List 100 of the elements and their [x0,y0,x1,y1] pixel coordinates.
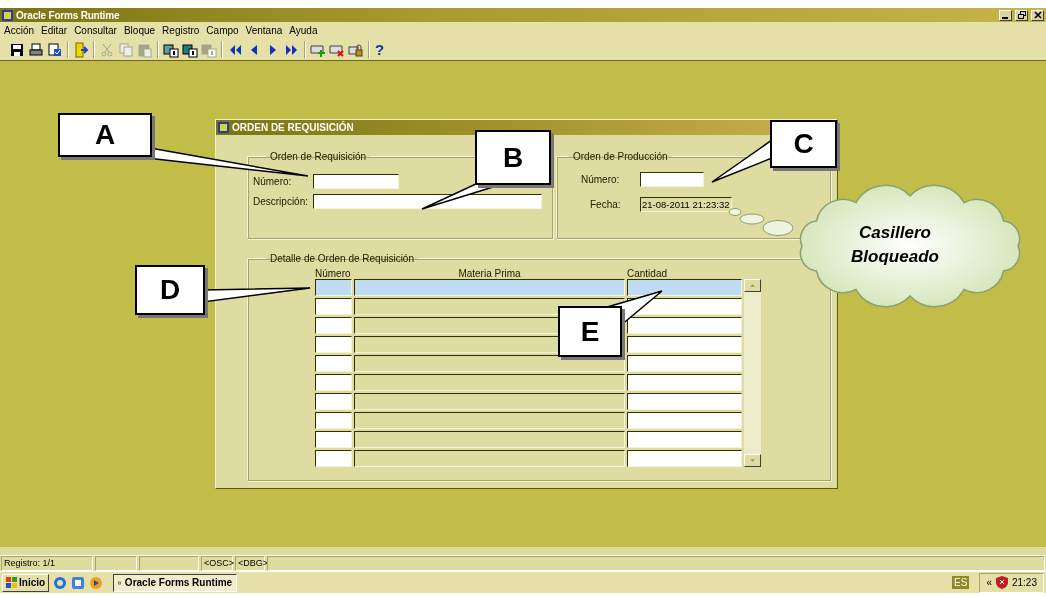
table-cell[interactable] [354,355,625,372]
table-cell[interactable] [315,317,352,334]
windows-logo-icon [6,577,17,588]
callout-label: D [135,265,205,315]
table-cell[interactable] [354,374,625,391]
callout-label: C [770,120,837,168]
table-cell[interactable] [627,279,742,296]
callout-label: B [475,130,551,185]
table-cell[interactable] [354,279,625,296]
restore-icon [1017,11,1026,19]
cancel-query-icon [200,41,217,58]
table-cell[interactable] [627,374,742,391]
close-button[interactable] [1031,9,1044,21]
group-title: Detalle de Orden de Requisición [269,253,415,264]
close-icon [1033,11,1042,19]
table-cell[interactable] [315,412,352,429]
up-arrow-icon [750,284,755,287]
shield-icon[interactable] [995,576,1008,589]
table-cell[interactable] [315,393,352,410]
field-label: Número: [253,176,293,187]
execute-query-icon [181,41,198,58]
app-icon [2,9,13,21]
toolbar-button[interactable] [162,41,179,58]
table-cell[interactable] [627,393,742,410]
media-player-icon[interactable] [89,575,104,590]
menu-item[interactable]: Editar [41,25,68,36]
table-cell[interactable] [627,412,742,429]
callout-pointer [712,140,772,182]
table-cell[interactable] [315,336,352,353]
menu-item[interactable]: Ventana [245,25,283,36]
table-cell[interactable] [315,355,352,372]
save-icon [8,41,25,58]
table-cell[interactable] [315,279,352,296]
status-indicator: <DBG> [235,556,265,571]
language-indicator[interactable]: ES [952,576,970,589]
menu-item[interactable]: Acción [4,25,34,36]
input-field[interactable] [640,172,704,187]
cloud-text: Casillero Bloqueado [850,222,940,268]
menu-item[interactable]: Consultar [74,25,117,36]
table-cell[interactable] [627,450,742,467]
scrollbar[interactable] [744,279,761,467]
taskbar-task[interactable]: Oracle Forms Runtime [113,573,238,592]
table-cell[interactable] [315,431,352,448]
form-title: ORDEN DE REQUISICIÓN [232,122,354,133]
down-arrow-icon [750,459,755,462]
input-field[interactable] [313,194,542,209]
print-icon [27,41,44,58]
table-cell[interactable] [627,317,742,334]
status-indicator: <OSC> [201,556,233,571]
thought-bubble-drawing [728,207,794,237]
menu-item[interactable]: Campo [206,25,239,36]
callout-label: A [58,113,152,157]
table-cell[interactable] [354,431,625,448]
toolbar-button[interactable] [8,41,25,58]
form-icon [218,122,229,133]
table-cell[interactable] [627,355,742,372]
desktop-icon[interactable] [71,575,86,590]
column-header: Cantidad [627,268,669,279]
toolbar-button[interactable] [27,41,44,58]
menu-item[interactable]: Bloque [123,25,156,36]
browser-icon[interactable] [53,575,68,590]
clock: 21:23 [1011,577,1037,588]
table-cell[interactable] [354,450,625,467]
scroll-up-button[interactable] [744,279,761,292]
table-cell[interactable] [627,336,742,353]
table-cell[interactable] [354,393,625,410]
exit-icon [72,41,89,58]
toolbar-button[interactable] [46,41,63,58]
callout-label: E [558,306,622,357]
field-label: Descripción: [253,196,310,207]
menu-item[interactable]: Registro [162,25,200,36]
lock-icon [347,41,364,58]
restore-button[interactable] [1015,9,1028,21]
table-cell[interactable] [627,431,742,448]
start-button[interactable]: Inicio [2,573,50,592]
cut-icon [98,41,115,58]
status-cell [95,556,137,571]
toolbar-button[interactable] [181,41,198,58]
minimize-button[interactable] [999,9,1012,21]
column-header: Materia Prima [457,268,522,279]
toolbar-button[interactable] [72,41,89,58]
copy-icon [117,41,134,58]
field-label: Fecha: [589,199,622,210]
table-cell[interactable] [315,374,352,391]
menu-item[interactable]: Ayuda [289,25,318,36]
table-cell[interactable] [315,450,352,467]
group-title: Orden de Requisición [269,151,368,162]
table-cell[interactable] [354,412,625,429]
scroll-down-button[interactable] [744,454,761,467]
enter-query-icon [162,41,179,58]
table-cell[interactable] [315,298,352,315]
tray-expand-button[interactable]: « [986,577,992,588]
window-title: Oracle Forms Runtime [16,9,121,21]
paste-icon [136,41,153,58]
status-record: Registro: 1/1 [1,556,93,571]
column-header: Número [315,268,352,279]
input-field[interactable] [313,174,399,189]
preview-icon [46,41,63,58]
help-button[interactable]: ? [369,41,391,58]
status-cell [139,556,199,571]
